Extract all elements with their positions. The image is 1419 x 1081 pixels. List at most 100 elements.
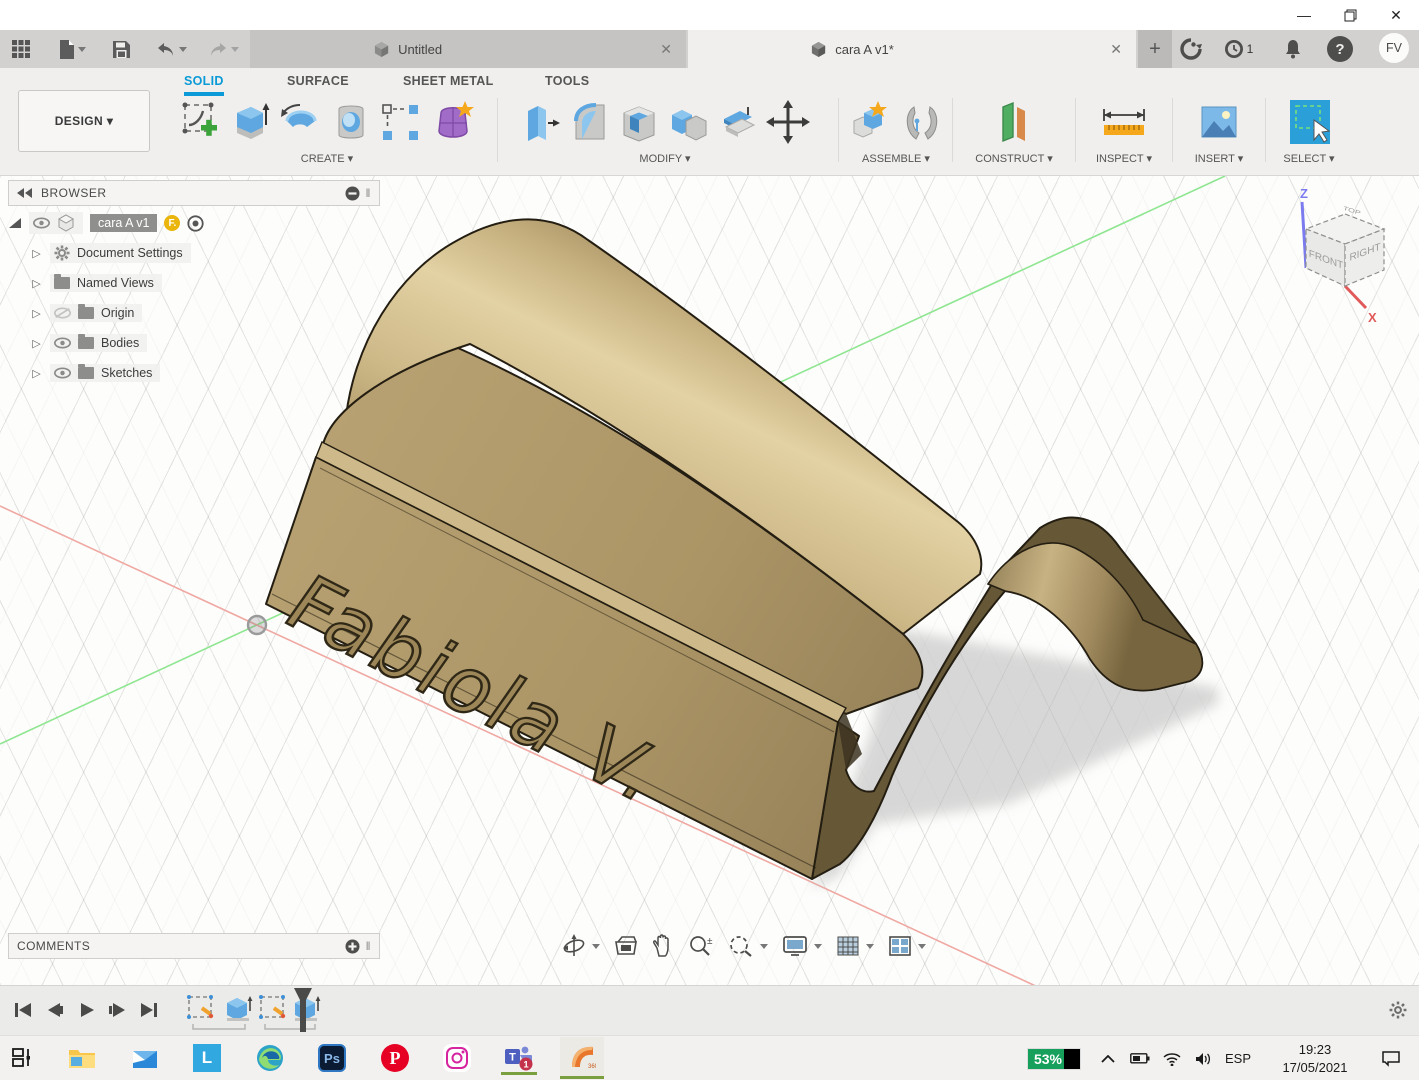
timeline-step-back-button[interactable]	[42, 997, 68, 1023]
expand-arrow-icon[interactable]: ▷	[30, 367, 43, 380]
new-tab-button[interactable]: +	[1138, 30, 1172, 68]
offset-face-icon[interactable]	[718, 99, 758, 145]
file-menu-button[interactable]	[52, 36, 92, 62]
move-icon[interactable]	[766, 99, 810, 145]
display-settings-button[interactable]	[782, 935, 822, 957]
panel-resize-handle[interactable]: ‖	[366, 186, 371, 200]
teams-icon[interactable]: T1	[501, 1041, 537, 1075]
timeline-go-end-button[interactable]	[136, 997, 162, 1023]
lightroom-icon[interactable]: L	[189, 1041, 225, 1075]
look-at-button[interactable]	[614, 936, 638, 956]
fillet-icon[interactable]	[568, 99, 610, 145]
tray-chevron-icon[interactable]	[1093, 1036, 1123, 1081]
fusion360-icon[interactable]: 360	[560, 1037, 604, 1079]
group-label-select[interactable]: SELECT ▾	[1269, 152, 1349, 165]
pan-button[interactable]	[652, 934, 674, 958]
mail-icon[interactable]	[127, 1041, 163, 1075]
document-tab-active[interactable]: cara A v1* ✕	[688, 30, 1136, 68]
create-sketch-icon[interactable]	[179, 99, 223, 145]
timeline-feature-sketch1[interactable]	[187, 995, 213, 1019]
group-label-inspect[interactable]: INSPECT ▾	[1079, 152, 1169, 165]
save-button[interactable]	[108, 36, 134, 62]
collapse-panel-icon[interactable]	[17, 188, 33, 198]
undo-button[interactable]	[150, 36, 192, 62]
shell-icon[interactable]	[618, 99, 660, 145]
group-label-modify[interactable]: MODIFY ▾	[500, 152, 830, 165]
grid-snap-button[interactable]	[836, 935, 874, 957]
visibility-eye-off-icon[interactable]	[54, 307, 71, 319]
document-tab-untitled[interactable]: Untitled ✕	[250, 30, 686, 68]
group-label-insert[interactable]: INSERT ▾	[1176, 152, 1262, 165]
panel-resize-handle[interactable]: ‖	[366, 939, 371, 953]
timeline-settings-gear-icon[interactable]	[1385, 997, 1411, 1023]
data-panel-grid-icon[interactable]	[8, 36, 34, 62]
viewports-button[interactable]	[888, 935, 926, 957]
viewport-canvas[interactable]: Fabiola V. TOP FRONT RIGHT Z X BROWSER ‖	[0, 176, 1419, 985]
expand-arrow-icon[interactable]: ▷	[30, 337, 43, 350]
browser-row-document-settings[interactable]: ▷ Document Settings	[8, 240, 380, 266]
revolve-icon[interactable]	[279, 99, 323, 145]
visibility-eye-icon[interactable]	[33, 217, 50, 229]
minimize-button[interactable]: —	[1281, 0, 1327, 30]
extrude-icon[interactable]	[231, 99, 271, 145]
action-center-icon[interactable]	[1371, 1036, 1411, 1081]
expand-arrow-icon[interactable]: ▷	[30, 307, 43, 320]
ribbon-tab-surface[interactable]: SURFACE	[287, 74, 349, 92]
design-workspace-dropdown[interactable]: DESIGN ▾	[18, 90, 150, 152]
photoshop-express-icon[interactable]: Ps	[314, 1041, 350, 1075]
zoom-button[interactable]: ±	[688, 934, 714, 958]
language-indicator[interactable]: ESP	[1219, 1036, 1257, 1081]
insert-canvas-icon[interactable]	[1196, 99, 1242, 145]
press-pull-icon[interactable]	[520, 99, 560, 145]
tab-close-icon[interactable]: ✕	[1110, 41, 1122, 58]
group-label-construct[interactable]: CONSTRUCT ▾	[956, 152, 1072, 165]
browser-row-sketches[interactable]: ▷ Sketches	[8, 360, 380, 386]
browser-row-named-views[interactable]: ▷ Named Views	[8, 270, 380, 296]
edge-browser-icon[interactable]	[252, 1041, 288, 1075]
ribbon-tab-solid[interactable]: SOLID	[184, 74, 224, 96]
timeline-play-button[interactable]	[74, 997, 100, 1023]
visibility-eye-icon[interactable]	[54, 337, 71, 349]
close-button[interactable]: ✕	[1373, 0, 1419, 30]
timeline-feature-extrude1[interactable]	[227, 996, 252, 1021]
instagram-icon[interactable]	[439, 1041, 475, 1075]
browser-row-bodies[interactable]: ▷ Bodies	[8, 330, 380, 356]
comments-panel[interactable]: COMMENTS ‖	[8, 933, 380, 959]
clock-widget[interactable]: 19:23 17/05/2021	[1263, 1036, 1367, 1081]
create-form-icon[interactable]	[431, 99, 475, 145]
job-status-button[interactable]: 1	[1215, 33, 1261, 65]
expand-arrow-icon[interactable]: ▷	[30, 277, 43, 290]
volume-icon[interactable]	[1189, 1036, 1219, 1081]
combine-icon[interactable]	[668, 99, 710, 145]
ribbon-tab-tools[interactable]: TOOLS	[545, 74, 589, 92]
component-expand-icon[interactable]	[8, 217, 22, 229]
timeline-go-start-button[interactable]	[10, 997, 36, 1023]
battery-icon[interactable]	[1125, 1036, 1155, 1081]
battery-percent-widget[interactable]: 53%	[1019, 1036, 1089, 1081]
activate-radio-icon[interactable]	[187, 215, 204, 232]
new-component-icon[interactable]	[848, 99, 892, 145]
zoom-window-button[interactable]	[728, 934, 768, 958]
add-comment-icon[interactable]	[345, 939, 360, 954]
timeline-feature-sketch2[interactable]	[259, 995, 285, 1019]
tab-close-icon[interactable]: ✕	[660, 41, 672, 58]
group-label-assemble[interactable]: ASSEMBLE ▾	[842, 152, 950, 165]
select-icon[interactable]	[1286, 98, 1332, 146]
help-button[interactable]: ?	[1327, 36, 1353, 62]
panel-minimize-icon[interactable]	[345, 186, 360, 201]
origin-marker[interactable]	[248, 616, 266, 634]
start-button[interactable]	[4, 1041, 40, 1075]
joint-icon[interactable]	[900, 99, 944, 145]
visibility-eye-icon[interactable]	[54, 367, 71, 379]
measure-icon[interactable]	[1098, 99, 1150, 145]
browser-row-component[interactable]: cara A v1 F.	[8, 210, 380, 236]
redo-button[interactable]	[202, 36, 244, 62]
expand-arrow-icon[interactable]: ▷	[30, 247, 43, 260]
viewcube[interactable]: TOP FRONT RIGHT Z X	[1300, 186, 1384, 325]
notifications-bell-icon[interactable]	[1277, 33, 1309, 65]
hole-icon[interactable]	[331, 99, 371, 145]
browser-row-origin[interactable]: ▷ Origin	[8, 300, 380, 326]
pinterest-icon[interactable]: P	[377, 1041, 413, 1075]
rectangular-pattern-icon[interactable]	[379, 99, 423, 145]
group-label-create[interactable]: CREATE ▾	[162, 152, 492, 165]
